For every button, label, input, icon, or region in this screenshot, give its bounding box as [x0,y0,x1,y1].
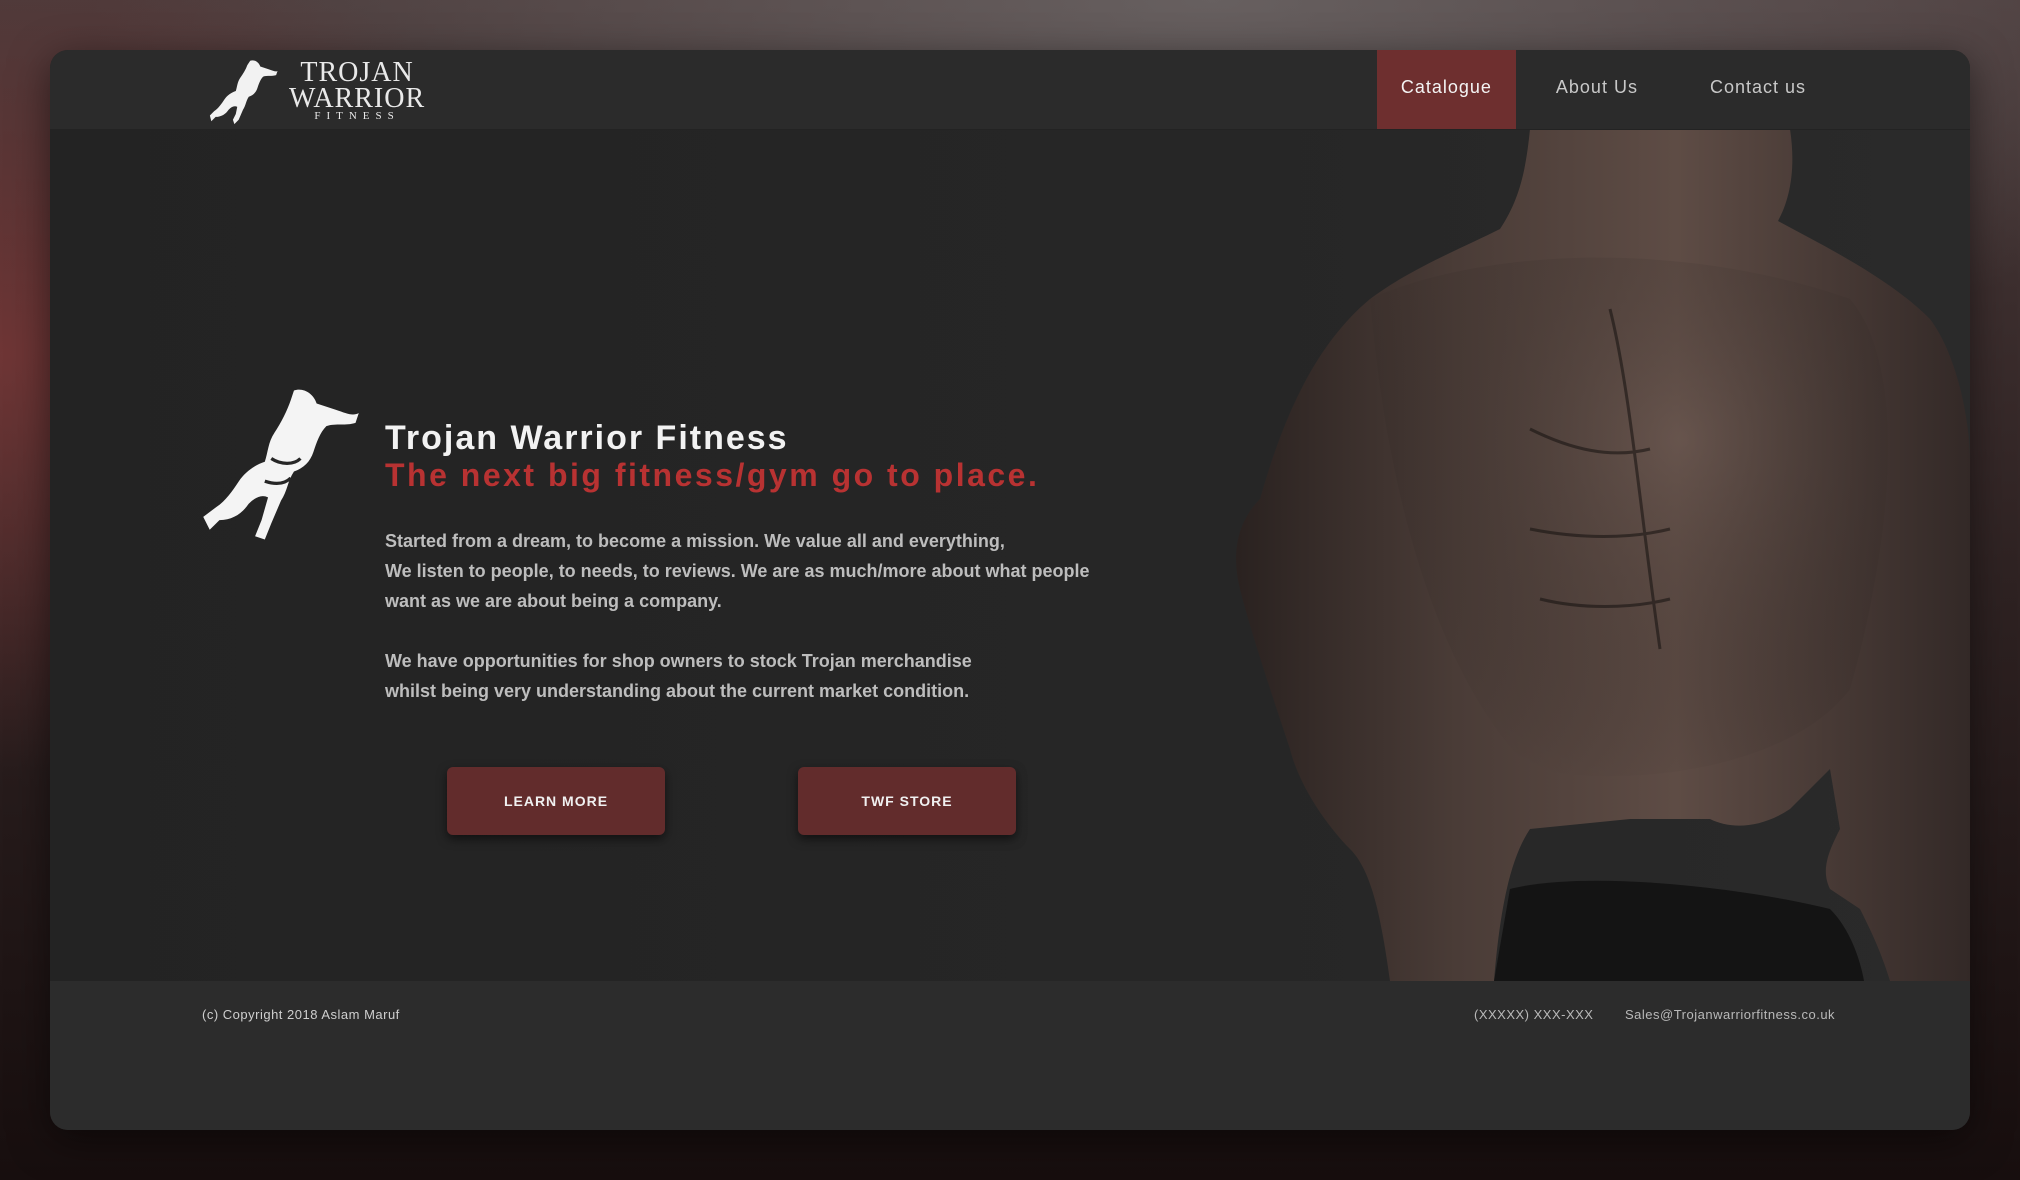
intro-line-3: want as we are about being a company. [385,591,722,611]
intro-line-1: Started from a dream, to become a missio… [385,531,1005,551]
nav-item-catalogue[interactable]: Catalogue [1376,50,1516,129]
brand-wordmark: TROJAN WARRIOR FITNESS [289,57,426,121]
hero-section: Trojan Warrior Fitness The next big fitn… [50,129,1970,981]
rearing-horse-icon [203,389,359,540]
stockist-paragraph: We have opportunities for shop owners to… [385,646,972,706]
stockist-line-1: We have opportunities for shop owners to… [385,651,972,671]
page-card: TROJAN WARRIOR FITNESS Catalogue About U… [50,50,1970,1130]
brand-line-2: WARRIOR [289,82,426,114]
athlete-image [1236,129,1970,981]
nav-item-about-us[interactable]: About Us [1532,50,1662,129]
page-tagline: The next big fitness/gym go to place. [385,457,1040,493]
intro-line-2: We listen to people, to needs, to review… [385,561,1090,581]
main-nav: Catalogue About Us Contact us [1376,50,1970,129]
nav-item-contact-us[interactable]: Contact us [1686,50,1830,129]
page-title: Trojan Warrior Fitness [385,419,789,457]
site-footer: (c) Copyright 2018 Aslam Maruf (XXXXX) X… [50,981,1970,1130]
horse-logo-icon [209,60,278,125]
twf-store-button[interactable]: TWF STORE [798,767,1016,835]
brand-line-1: TROJAN [300,57,414,89]
learn-more-button[interactable]: LEARN MORE [447,767,665,835]
brand-logo[interactable]: TROJAN WARRIOR FITNESS [207,54,425,128]
intro-paragraph: Started from a dream, to become a missio… [385,526,1090,616]
stockist-line-2: whilst being very understanding about th… [385,681,970,701]
email-link[interactable]: Sales@Trojanwarriorfitness.co.uk [1625,1007,1835,1022]
phone-number[interactable]: (XXXXX) XXX-XXX [1474,1007,1593,1022]
copyright-text: (c) Copyright 2018 Aslam Maruf [202,1007,400,1022]
site-header: TROJAN WARRIOR FITNESS Catalogue About U… [50,50,1970,130]
